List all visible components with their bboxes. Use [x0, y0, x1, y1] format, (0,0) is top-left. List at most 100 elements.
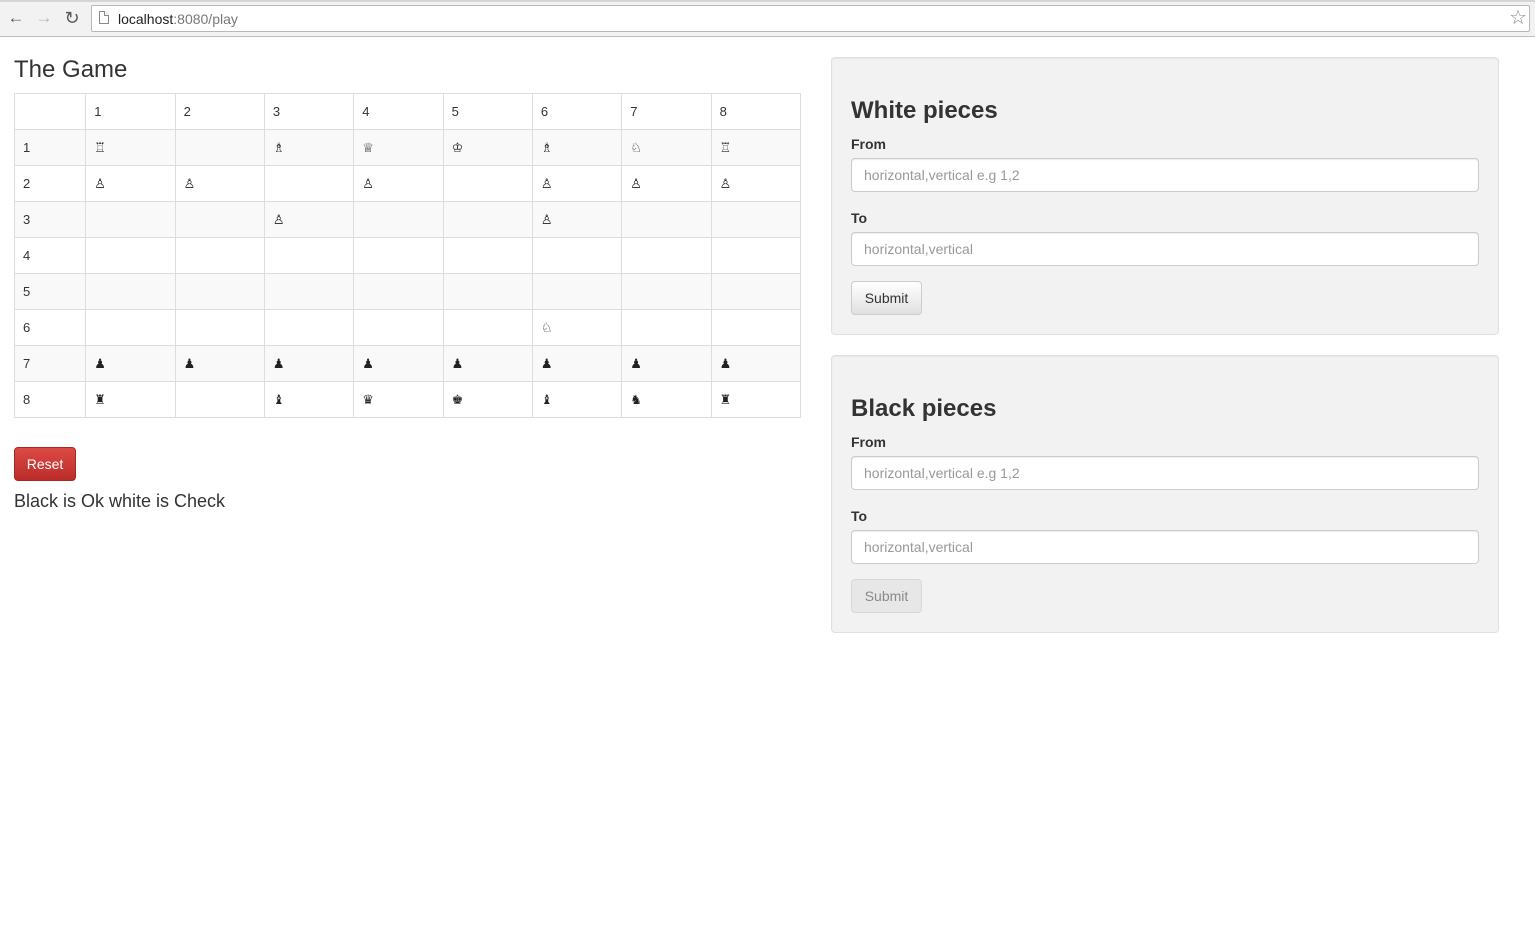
board-cell: ♙ — [353, 165, 444, 202]
chess-piece: ♖ — [94, 140, 106, 156]
chess-piece: ♟ — [362, 356, 374, 372]
chess-piece: ♙ — [94, 176, 106, 192]
chess-piece: ♙ — [719, 176, 732, 192]
board-cell — [263, 309, 355, 346]
board-cell — [263, 237, 355, 274]
chess-piece: ♙ — [630, 176, 642, 192]
board-cell: ♜ — [710, 381, 802, 418]
chess-piece: ♙ — [540, 212, 553, 228]
row-header: 1 — [13, 129, 87, 166]
board-cell — [353, 309, 444, 346]
board-cell: ♙ — [85, 165, 176, 202]
board-cell: ♔ — [442, 129, 533, 166]
board-cell — [85, 273, 176, 310]
board-cell: ♜ — [85, 381, 176, 418]
white-submit-button[interactable]: Submit — [851, 281, 922, 315]
board-cell: ♟ — [353, 345, 444, 382]
chess-piece: ♟ — [183, 356, 196, 372]
board-cell — [263, 273, 355, 310]
board-cell — [353, 237, 444, 274]
board-cell: ♟ — [621, 345, 712, 382]
chess-piece: ♖ — [719, 140, 732, 156]
white-to-input[interactable] — [851, 232, 1479, 266]
chess-piece: ♝ — [272, 392, 285, 408]
black-submit-button[interactable]: Submit — [851, 579, 922, 613]
chess-piece: ♙ — [272, 212, 285, 228]
chess-piece: ♙ — [540, 176, 553, 192]
board-cell — [263, 165, 355, 202]
board-cell — [442, 201, 533, 238]
column-header: 8 — [710, 93, 802, 130]
black-to-input[interactable] — [851, 530, 1479, 564]
board-cell — [174, 273, 265, 310]
chess-piece: ♗ — [540, 140, 553, 156]
reload-icon[interactable]: ↻ — [62, 8, 82, 28]
board-row: 6 ♘ — [13, 309, 802, 346]
chess-piece: ♝ — [540, 392, 553, 408]
page-icon — [99, 11, 109, 24]
column-header: 1 — [85, 93, 176, 130]
board-row: 8 ♜ ♝ ♛ ♚ ♝ ♞ ♜ — [13, 381, 802, 418]
board-cell: ♟ — [263, 345, 355, 382]
board-cell: ♖ — [710, 129, 802, 166]
column-header: 2 — [174, 93, 265, 130]
white-from-label: From — [851, 136, 886, 152]
forward-arrow-icon[interactable]: → — [34, 8, 54, 28]
board-cell: ♙ — [531, 165, 623, 202]
black-panel-title: Black pieces — [851, 395, 997, 422]
game-status: Black is Ok white is Check — [14, 491, 226, 511]
chess-piece: ♟ — [451, 356, 464, 372]
board-row: 4 — [13, 237, 802, 274]
black-from-input[interactable] — [851, 456, 1479, 490]
url-path: :8080/play — [173, 11, 238, 27]
url-text: localhost:8080/play — [118, 10, 238, 28]
board-cell — [710, 201, 802, 238]
board-cell: ♟ — [85, 345, 176, 382]
game-board: 1 2 3 4 5 6 7 8 1 ♖ ♗ ♕ ♔ ♗ ♘ ♖ 2 ♙ ♙ ♙ ♙ ♙ ♙ 3 ♙ ♙ 4 5 6 ♘ 7 ♟ ♟ ♟ ♟ ♟ ♟ ♟ ♟ 8… — [13, 93, 802, 418]
black-from-label: From — [851, 434, 886, 450]
back-arrow-icon[interactable]: ← — [6, 8, 26, 28]
column-header: 6 — [531, 93, 623, 130]
board-cell: ♙ — [621, 165, 712, 202]
reset-button[interactable]: Reset — [14, 447, 76, 481]
board-cell — [174, 201, 265, 238]
black-pieces-panel: Black pieces From To Submit — [831, 355, 1499, 633]
board-cell — [85, 237, 176, 274]
chess-piece: ♜ — [719, 392, 732, 408]
board-cell — [85, 309, 176, 346]
board-cell — [621, 237, 712, 274]
column-header: 4 — [353, 93, 444, 130]
chess-piece: ♙ — [183, 176, 196, 192]
board-cell: ♟ — [442, 345, 533, 382]
board-body: 1 2 3 4 5 6 7 8 1 ♖ ♗ ♕ ♔ ♗ ♘ ♖ 2 ♙ ♙ ♙ ♙ ♙ ♙ 3 ♙ ♙ 4 5 6 ♘ 7 ♟ ♟ ♟ ♟ ♟ ♟ ♟ ♟ 8… — [13, 93, 802, 418]
white-from-input[interactable] — [851, 158, 1479, 192]
board-cell — [531, 273, 623, 310]
chess-piece: ♛ — [362, 392, 374, 408]
board-cell: ♟ — [174, 345, 265, 382]
bookmark-star-icon[interactable]: ☆ — [1509, 7, 1527, 29]
board-cell: ♟ — [531, 345, 623, 382]
board-cell — [174, 129, 265, 166]
board-cell — [85, 201, 176, 238]
black-to-label: To — [851, 508, 868, 524]
board-cell — [353, 201, 444, 238]
board-cell — [442, 237, 533, 274]
board-row: 1 ♖ ♗ ♕ ♔ ♗ ♘ ♖ — [13, 129, 802, 166]
board-cell: ♘ — [621, 129, 712, 166]
row-header: 4 — [13, 237, 87, 274]
board-cell — [621, 273, 712, 310]
board-row: 3 ♙ ♙ — [13, 201, 802, 238]
board-cell: ♛ — [353, 381, 444, 418]
board-cell: ♙ — [531, 201, 623, 238]
board-cell — [174, 381, 265, 418]
board-cell — [442, 165, 533, 202]
chess-piece: ♗ — [272, 140, 285, 156]
board-cell: ♖ — [85, 129, 176, 166]
chess-piece: ♟ — [94, 356, 106, 372]
column-header: 7 — [621, 93, 712, 130]
row-header: 3 — [13, 201, 87, 238]
board-cell: ♝ — [263, 381, 355, 418]
chess-piece: ♟ — [272, 356, 285, 372]
row-header: 8 — [13, 381, 87, 418]
address-bar[interactable]: localhost:8080/play ☆ — [91, 5, 1530, 32]
